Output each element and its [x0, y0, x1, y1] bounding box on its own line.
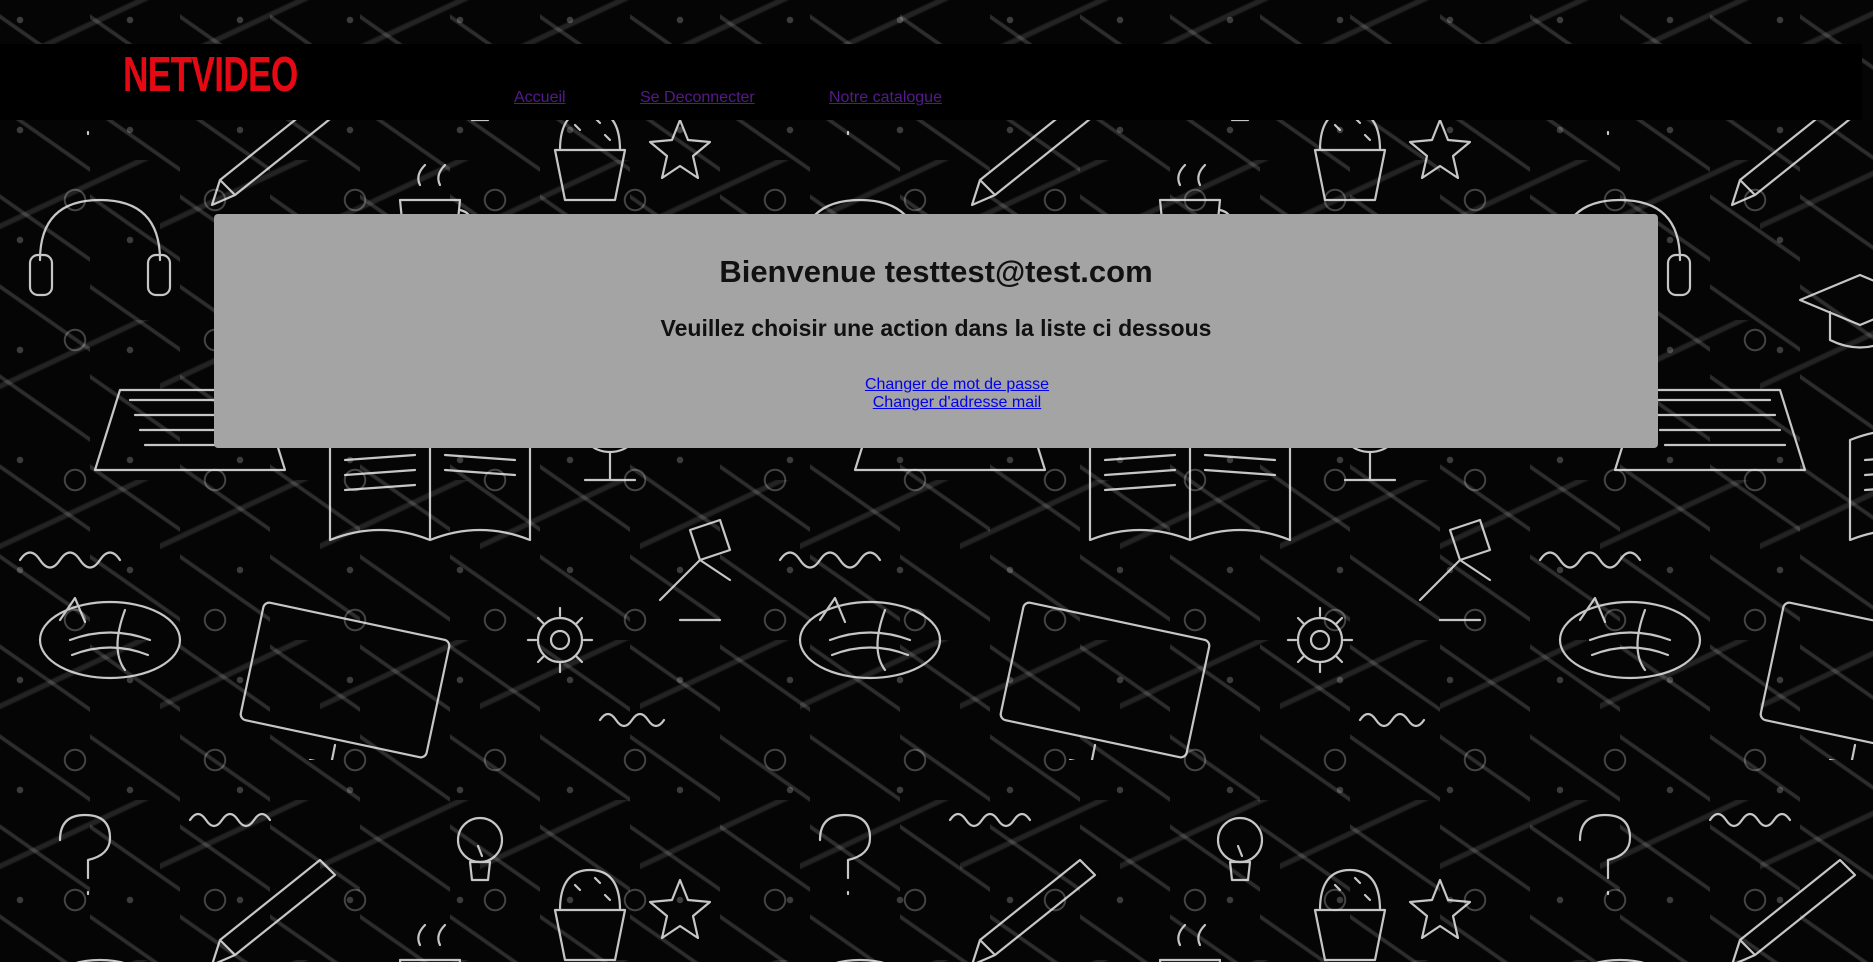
change-email-link[interactable]: Changer d'adresse mail	[873, 394, 1041, 411]
nav-link-accueil[interactable]: Accueil	[514, 89, 566, 107]
top-nav-bar: NETVIDEO Accueil Se Deconnecter Notre ca…	[0, 44, 1862, 120]
nav-link-se-deconnecter[interactable]: Se Deconnecter	[640, 89, 755, 107]
background-doodle-pattern	[0, 0, 1873, 962]
welcome-subtitle: Veuillez choisir une action dans la list…	[660, 315, 1212, 341]
account-panel: Bienvenue testtest@test.com Veuillez cho…	[214, 214, 1658, 448]
account-actions-list: Changer de mot de passe Changer d'adress…	[214, 376, 1700, 412]
change-password-link[interactable]: Changer de mot de passe	[865, 376, 1049, 393]
netvideo-logo[interactable]: NETVIDEO	[123, 50, 307, 100]
nav-link-notre-catalogue[interactable]: Notre catalogue	[829, 89, 942, 107]
welcome-title: Bienvenue testtest@test.com	[719, 254, 1153, 289]
logo-text: NETVIDEO	[123, 50, 298, 100]
